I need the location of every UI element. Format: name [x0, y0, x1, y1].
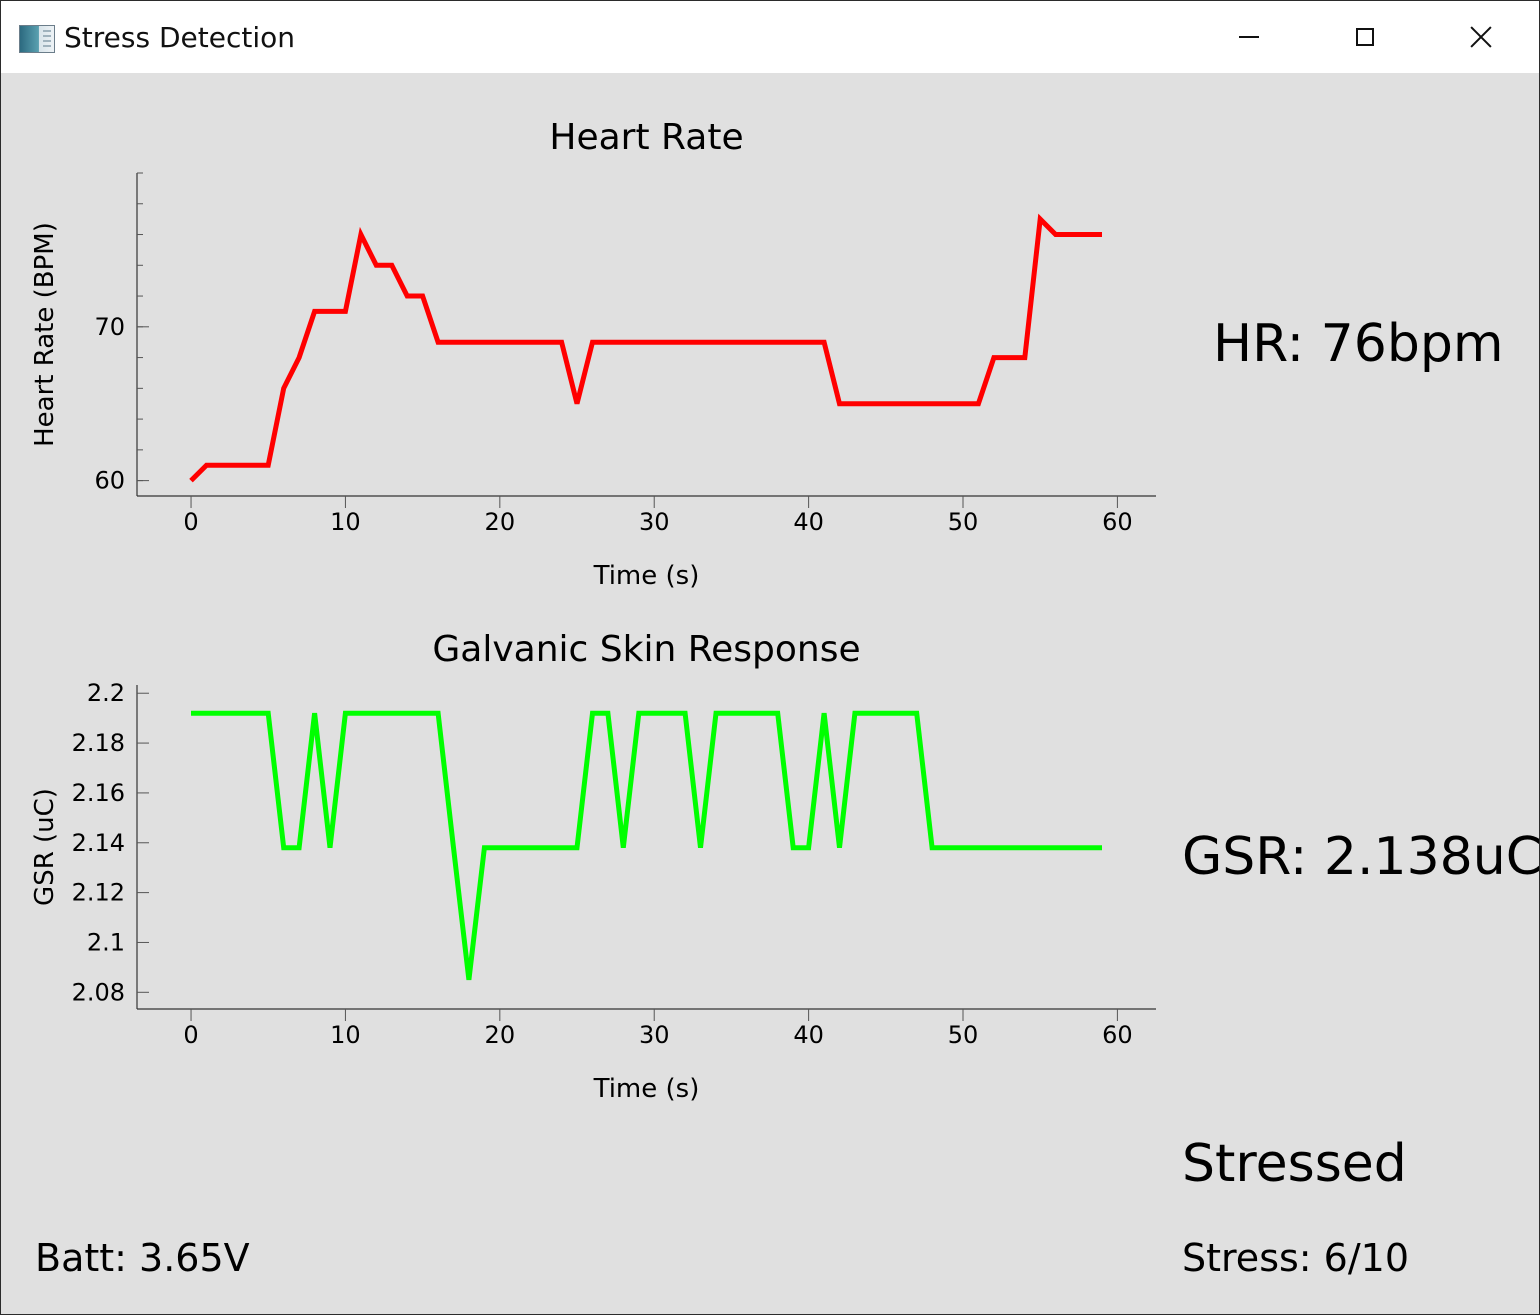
x-tick-label: 0	[183, 1021, 198, 1049]
y-axis-label: Heart Rate (BPM)	[30, 222, 60, 447]
x-tick-label: 40	[793, 1021, 824, 1049]
x-tick-label: 0	[183, 508, 198, 536]
x-tick-label: 50	[948, 1021, 979, 1049]
app-window-icon	[19, 25, 55, 53]
app-window: Stress Detection Heart Rate 0 10 20 30 40 50 60…	[0, 0, 1540, 1315]
heart-rate-chart: Heart Rate 0 10 20 30 40 50 60 60 70 Time (s) Heart…	[30, 117, 1156, 591]
close-button[interactable]	[1423, 1, 1539, 73]
x-axis-label: Time (s)	[593, 561, 700, 591]
minimize-button[interactable]	[1191, 1, 1307, 73]
chart-title: Galvanic Skin Response	[432, 629, 860, 670]
x-tick-label: 40	[793, 508, 824, 536]
y-tick-label: 60	[94, 467, 125, 495]
y-tick-label: 2.16	[72, 779, 125, 807]
title-bar[interactable]: Stress Detection	[1, 1, 1539, 73]
y-tick-label: 2.12	[72, 879, 125, 907]
x-tick-label: 20	[485, 508, 516, 536]
gsr-chart: Galvanic Skin Response 0 10 20 30 40 50 60 2.08 2…	[30, 629, 1156, 1104]
x-tick-label: 10	[330, 1021, 361, 1049]
y-tick-label: 2.18	[72, 729, 125, 757]
y-tick-label: 70	[94, 313, 125, 341]
chart-title: Heart Rate	[549, 117, 743, 158]
x-tick-label: 50	[948, 508, 979, 536]
series-line	[191, 710, 1102, 981]
gsr-readout: GSR: 2.138uC	[1182, 827, 1540, 887]
window-title: Stress Detection	[64, 21, 295, 54]
x-tick-label: 60	[1102, 508, 1133, 536]
x-tick-label: 10	[330, 508, 361, 536]
stress-score: Stress: 6/10	[1182, 1236, 1409, 1280]
y-tick-label: 2.2	[87, 679, 125, 707]
x-tick-label: 20	[485, 1021, 516, 1049]
y-axis-label: GSR (uC)	[30, 788, 60, 906]
maximize-icon	[1356, 28, 1374, 46]
maximize-button[interactable]	[1307, 1, 1423, 73]
y-tick-label: 2.08	[72, 978, 125, 1006]
y-tick-label: 2.1	[87, 928, 125, 956]
close-icon	[1469, 25, 1493, 49]
battery-readout: Batt: 3.65V	[35, 1236, 250, 1280]
minimize-icon	[1239, 36, 1259, 38]
x-axis-label: Time (s)	[593, 1074, 700, 1104]
series-line	[189, 213, 1102, 483]
stress-status: Stressed	[1182, 1134, 1407, 1194]
x-tick-label: 60	[1102, 1021, 1133, 1049]
y-tick-label: 2.14	[72, 829, 125, 857]
x-tick-label: 30	[639, 508, 670, 536]
heart-rate-readout: HR: 76bpm	[1213, 314, 1504, 374]
x-tick-label: 30	[639, 1021, 670, 1049]
